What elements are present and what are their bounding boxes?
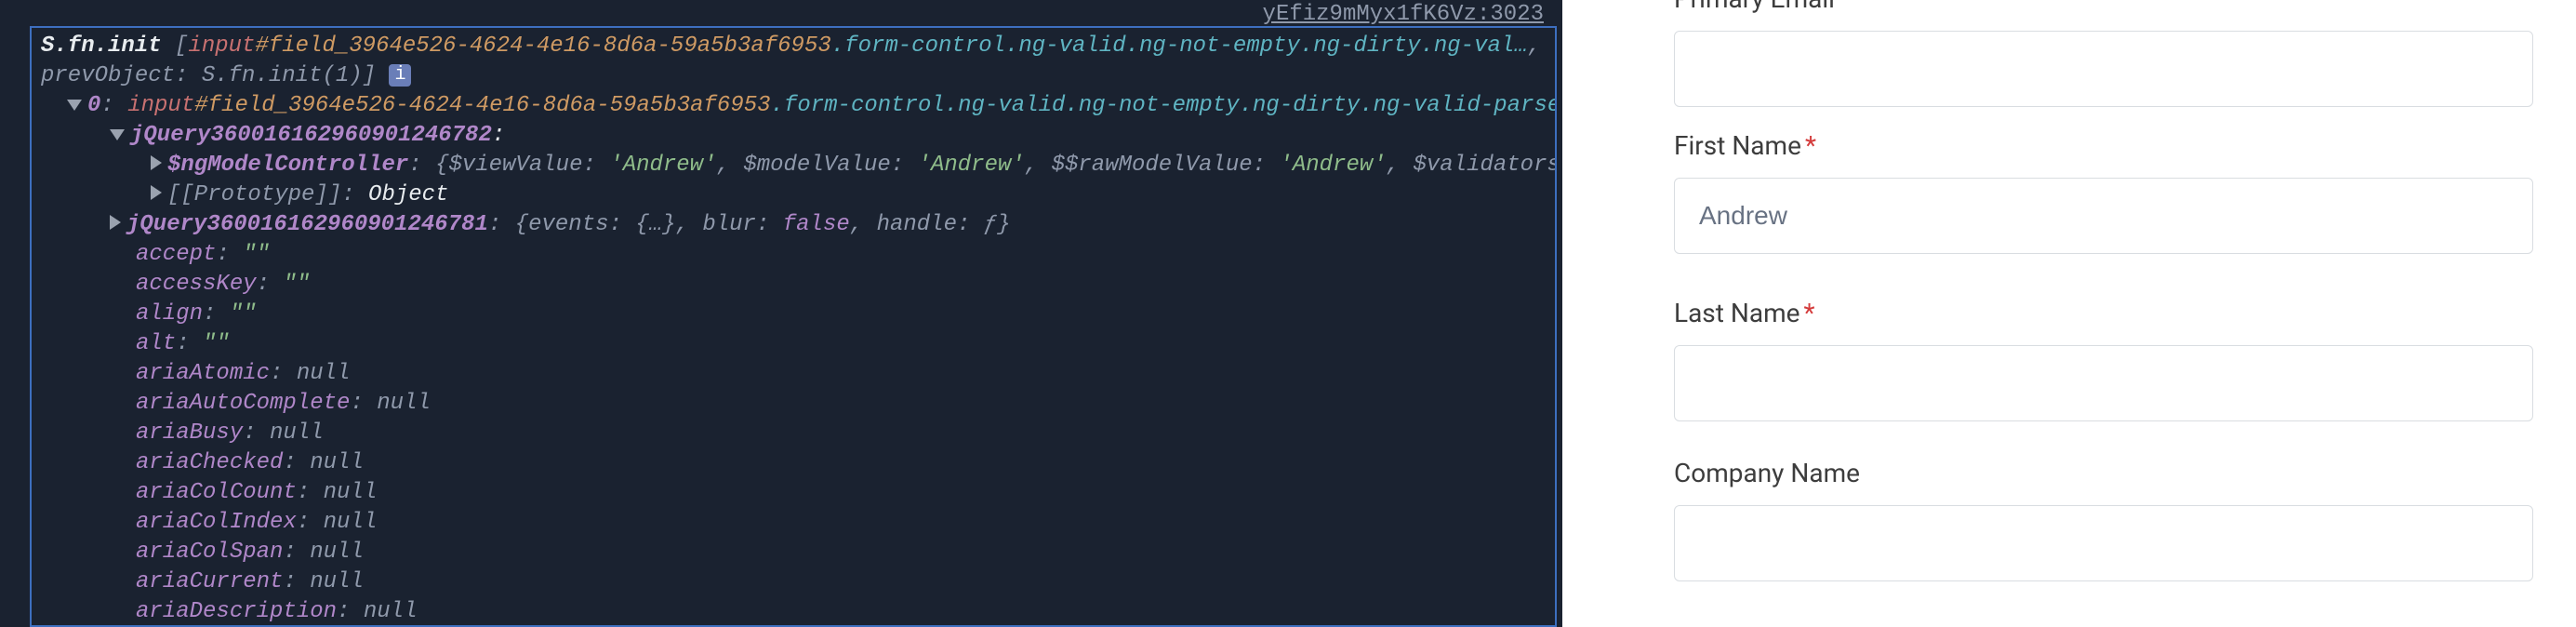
console-prop: ariaBusy: null (35, 419, 1555, 448)
field-company-name: Company Name (1674, 458, 2533, 581)
chevron-down-icon[interactable] (110, 129, 125, 140)
console-prop: ariaCurrent: null (35, 567, 1555, 597)
console-prop: ariaChecked: null (35, 448, 1555, 478)
first-name-input[interactable] (1674, 178, 2533, 254)
chevron-right-icon[interactable] (151, 155, 162, 170)
form-panel: Primary Email* First Name* Last Name* Co… (1562, 0, 2576, 627)
console-line[interactable]: [[Prototype]]: Object (35, 180, 1555, 210)
console-prop: accept: "" (35, 240, 1555, 270)
console-line: S.fn.init [input#field_3964e526-4624-4e1… (35, 32, 1555, 61)
console-prop: align: "" (35, 300, 1555, 329)
primary-email-input[interactable] (1674, 31, 2533, 107)
last-name-label: Last Name* (1674, 298, 2533, 328)
console-prop: ariaDescription: null (35, 597, 1555, 627)
console-line: prevObject: S.fn.init(1)] i (35, 61, 1555, 91)
info-icon[interactable]: i (389, 64, 411, 87)
console-object-expansion[interactable]: S.fn.init [input#field_3964e526-4624-4e1… (30, 26, 1557, 627)
console-line[interactable]: $ngModelController: {$viewValue: 'Andrew… (35, 151, 1555, 180)
first-name-label: First Name* (1674, 130, 2533, 161)
console-prop: ariaColSpan: null (35, 538, 1555, 567)
console-prop: alt: "" (35, 329, 1555, 359)
field-first-name: First Name* (1674, 130, 2533, 254)
field-primary-email: Primary Email* (1674, 0, 2533, 107)
console-line[interactable]: 0: input#field_3964e526-4624-4e16-8d6a-5… (35, 91, 1555, 121)
chevron-right-icon[interactable] (110, 215, 121, 230)
console-prop: ariaAtomic: null (35, 359, 1555, 389)
console-line[interactable]: jQuery360016162960901246781: {events: {…… (35, 210, 1555, 240)
devtools-console: yEfiz9mMyx1fK6Vz:3023 S.fn.init [input#f… (0, 0, 1562, 627)
field-last-name: Last Name* (1674, 298, 2533, 421)
primary-email-label: Primary Email* (1674, 0, 2533, 14)
company-name-input[interactable] (1674, 505, 2533, 581)
chevron-down-icon[interactable] (67, 100, 82, 111)
console-prop: ariaColCount: null (35, 478, 1555, 508)
company-name-label: Company Name (1674, 458, 2533, 488)
chevron-right-icon[interactable] (151, 185, 162, 200)
console-line[interactable]: jQuery360016162960901246782: (35, 121, 1555, 151)
last-name-input[interactable] (1674, 345, 2533, 421)
console-prop: ariaColIndex: null (35, 508, 1555, 538)
console-prop: accessKey: "" (35, 270, 1555, 300)
source-link[interactable]: yEfiz9mMyx1fK6Vz:3023 (1263, 2, 1544, 27)
console-prop: ariaAutoComplete: null (35, 389, 1555, 419)
